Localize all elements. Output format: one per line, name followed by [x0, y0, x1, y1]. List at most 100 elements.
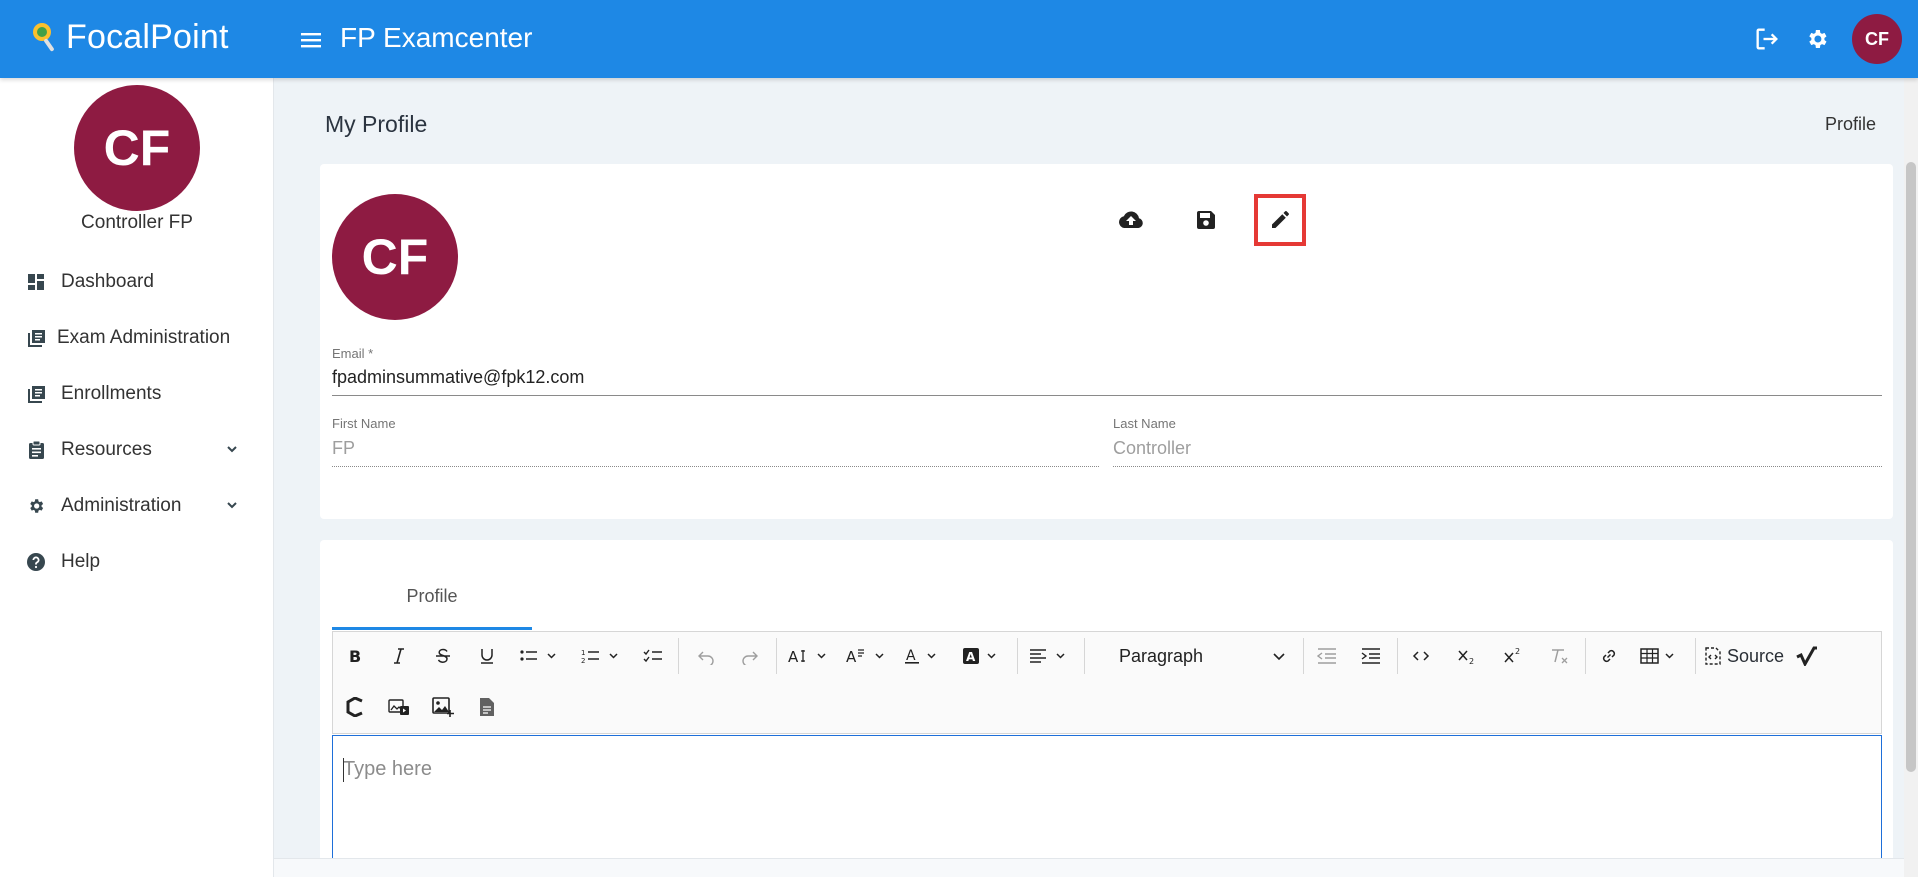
superscript-button[interactable]: 2: [1497, 639, 1529, 673]
toolbar-separator: [1695, 638, 1696, 674]
brand-logo[interactable]: FocalPoint: [30, 18, 229, 57]
math-equation-button[interactable]: [1791, 639, 1823, 673]
save-button[interactable]: [1180, 194, 1232, 246]
page-bottom-strip: [274, 858, 1904, 877]
sidebar-item-administration[interactable]: Administration: [0, 478, 274, 534]
font-color-dropdown[interactable]: A: [901, 639, 949, 673]
email-label: Email *: [332, 346, 374, 361]
email-field[interactable]: fpadminsummative@fpk12.com: [332, 367, 584, 388]
menu-icon: [301, 31, 323, 49]
code-icon: [1412, 647, 1430, 665]
insert-table-dropdown[interactable]: [1637, 639, 1685, 673]
last-name-field[interactable]: Controller: [1113, 438, 1191, 459]
email-underline: [332, 395, 1882, 396]
first-name-field[interactable]: FP: [332, 438, 355, 459]
redo-icon: [741, 647, 759, 665]
undo-button[interactable]: [690, 639, 722, 673]
paragraph-select-label: Paragraph: [1119, 645, 1204, 666]
svg-text:1: 1: [581, 649, 585, 657]
svg-text:2: 2: [581, 657, 585, 665]
document-icon: [479, 697, 495, 717]
page-scrollbar[interactable]: [1904, 78, 1918, 877]
todo-list-button[interactable]: [637, 639, 669, 673]
gear-icon: [1805, 27, 1829, 51]
paragraph-format-select[interactable]: Paragraph: [1111, 638, 1291, 674]
font-color-icon: A: [904, 647, 946, 665]
scrollbar-thumb[interactable]: [1906, 162, 1916, 772]
indent-button[interactable]: [1355, 639, 1387, 673]
image-icon: [432, 697, 454, 717]
undo-icon: [697, 647, 715, 665]
svg-text:2: 2: [1515, 647, 1520, 656]
svg-text:2: 2: [1469, 657, 1474, 665]
svg-text:A: A: [788, 648, 799, 665]
logout-button[interactable]: [1752, 24, 1782, 54]
book-icon: [27, 329, 45, 347]
font-size-icon: A: [788, 647, 830, 665]
font-size-dropdown[interactable]: A: [785, 639, 833, 673]
sidebar-item-label: Enrollments: [61, 383, 162, 404]
sidebar-item-help[interactable]: Help: [0, 534, 274, 590]
last-name-label: Last Name: [1113, 416, 1176, 431]
indent-icon: [1361, 647, 1381, 665]
profile-card: CF Email * fpadminsummative@fpk12.com Fi…: [320, 164, 1893, 519]
editor-toolbar: B 12 A A A A Paragraph 2 2 Source: [332, 631, 1882, 734]
first-name-underline: [332, 466, 1099, 467]
numbered-list-button[interactable]: 12: [577, 639, 625, 673]
pencil-icon: [1270, 210, 1290, 230]
svg-text:B: B: [349, 647, 361, 665]
gear-icon: [27, 497, 45, 515]
bold-button[interactable]: B: [339, 639, 371, 673]
outdent-button[interactable]: [1311, 639, 1343, 673]
breadcrumb[interactable]: Profile: [1825, 114, 1876, 135]
source-editing-button[interactable]: Source: [1703, 638, 1784, 674]
chevron-down-icon: [1271, 648, 1287, 664]
focalpoint-logo-icon: [30, 20, 60, 56]
sidebar-item-label: Dashboard: [61, 271, 154, 292]
sidebar-item-enrollments[interactable]: Enrollments: [0, 366, 274, 422]
insert-file-button[interactable]: [471, 690, 503, 724]
alignment-dropdown[interactable]: [1026, 639, 1074, 673]
chemistry-button[interactable]: [339, 690, 371, 724]
insert-media-button[interactable]: [383, 690, 415, 724]
menu-toggle-button[interactable]: [298, 26, 326, 54]
bulleted-list-button[interactable]: [515, 639, 563, 673]
sidebar: CF Controller FP Dashboard Exam Administ…: [0, 78, 274, 877]
svg-text:A: A: [966, 650, 976, 664]
edit-profile-button[interactable]: [1254, 194, 1306, 246]
logout-icon: [1753, 25, 1781, 53]
bold-icon: B: [346, 647, 364, 665]
font-family-icon: A: [846, 647, 888, 665]
insert-image-button[interactable]: [427, 690, 459, 724]
tab-profile[interactable]: Profile: [332, 540, 532, 630]
upload-photo-button[interactable]: [1105, 194, 1157, 246]
strikethrough-button[interactable]: [427, 639, 459, 673]
sidebar-item-resources[interactable]: Resources: [0, 422, 274, 478]
rich-text-editor[interactable]: Type here: [332, 735, 1882, 877]
math-formula-icon: [1796, 646, 1818, 666]
chemistry-icon: [346, 697, 364, 717]
sidebar-item-dashboard[interactable]: Dashboard: [0, 254, 274, 310]
underline-icon: [478, 647, 496, 665]
settings-button[interactable]: [1802, 24, 1832, 54]
strikethrough-icon: [434, 647, 452, 665]
topbar-actions: CF: [1752, 14, 1902, 64]
subscript-button[interactable]: 2: [1451, 639, 1483, 673]
top-app-bar: FocalPoint FP Examcenter CF: [0, 0, 1918, 78]
page-title: My Profile: [325, 111, 428, 137]
sidebar-nav: Dashboard Exam Administration Enrollment…: [0, 254, 274, 590]
italic-icon: [390, 647, 408, 665]
italic-button[interactable]: [383, 639, 415, 673]
user-avatar[interactable]: CF: [1852, 14, 1902, 64]
link-button[interactable]: [1593, 639, 1625, 673]
remove-format-button[interactable]: [1543, 639, 1575, 673]
underline-button[interactable]: [471, 639, 503, 673]
sidebar-item-exam-administration[interactable]: Exam Administration: [0, 310, 274, 366]
checklist-icon: [643, 647, 663, 665]
redo-button[interactable]: [734, 639, 766, 673]
font-family-dropdown[interactable]: A: [843, 639, 891, 673]
code-button[interactable]: [1405, 639, 1437, 673]
editor-placeholder: Type here: [343, 758, 432, 780]
background-color-dropdown[interactable]: A: [959, 639, 1007, 673]
sidebar-item-label: Exam Administration: [57, 327, 231, 348]
